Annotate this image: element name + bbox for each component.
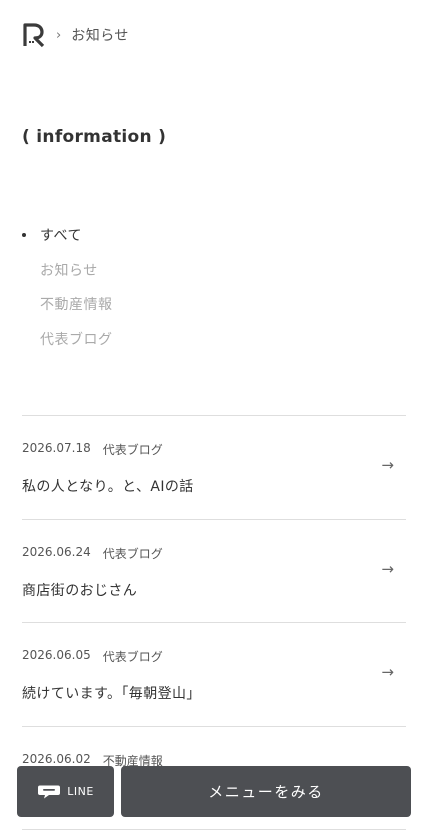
category-label: 代表ブログ [40,331,113,348]
menu-button[interactable]: メニューをみる [121,766,411,817]
category-item-blog[interactable]: 代表ブログ [22,322,113,357]
news-meta: 2026.06.24 代表ブログ [22,545,163,562]
news-category: 代表ブログ [102,443,163,457]
news-item[interactable]: 2026.07.18 代表ブログ 私の人となり。と、AIの話 → [22,416,406,520]
active-bullet-icon [22,233,26,238]
news-category: 代表ブログ [102,546,163,561]
breadcrumb-current: お知らせ [71,28,129,44]
logo-icon[interactable] [22,22,46,48]
bottom-action-bar: LINE メニューをみる [17,766,411,817]
category-item-real-estate[interactable]: 不動産情報 [22,287,113,322]
breadcrumb: › お知らせ [22,22,129,48]
category-item-all[interactable]: すべて [22,218,113,253]
news-date: 2026.07.18 [22,441,91,455]
news-item[interactable]: 2026.06.05 代表ブログ 続けています。「毎朝登山」 → [22,623,406,727]
arrow-right-icon: → [381,663,394,681]
page-title: ( information ) [22,127,167,147]
news-title: 私の人となり。と、AIの話 [22,479,194,495]
news-title: 続けています。「毎朝登山」 [22,686,201,702]
arrow-right-icon: → [381,559,394,578]
line-button[interactable]: LINE [17,766,114,817]
news-date: 2026.06.05 [22,648,91,662]
breadcrumb-separator: › [56,27,62,43]
news-meta: 2026.07.18 代表ブログ [22,441,163,458]
arrow-right-icon: → [381,456,394,474]
news-title: 商店街のおじさん [22,582,138,599]
news-date: 2026.06.24 [22,544,91,559]
chat-bubble-icon [38,785,61,798]
news-category: 代表ブログ [102,650,163,664]
news-meta: 2026.06.05 代表ブログ [22,648,163,665]
category-item-notices[interactable]: お知らせ [22,253,113,288]
category-label: すべて [40,228,82,245]
category-label: お知らせ [40,262,98,279]
category-filter-list: すべて お知らせ 不動産情報 代表ブログ [22,218,113,356]
category-label: 不動産情報 [40,297,113,314]
line-button-label: LINE [67,785,94,798]
news-item[interactable]: 2026.06.24 代表ブログ 商店街のおじさん → [22,520,406,623]
